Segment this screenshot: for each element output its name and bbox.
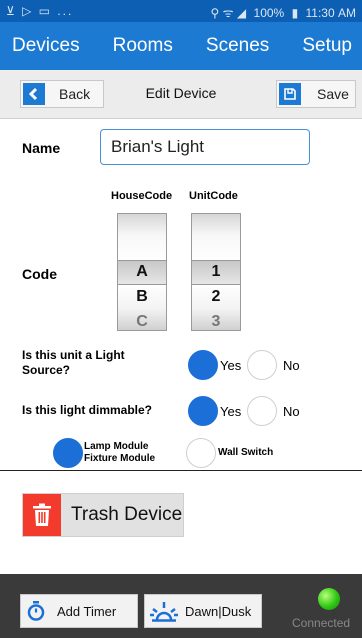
tab-setup[interactable]: Setup (296, 35, 358, 57)
unitcode-picker[interactable]: 1 2 3 (191, 213, 241, 331)
housecode-label: HouseCode (111, 190, 173, 202)
trash-device-button[interactable]: Trash Device (22, 493, 184, 537)
housecode-option[interactable]: B (118, 288, 166, 306)
dawn-dusk-label: Dawn|Dusk (185, 603, 252, 619)
light-source-question: Is this unit a Light Source? (22, 348, 125, 377)
housecode-picker[interactable]: A B C (117, 213, 167, 331)
housecode-option[interactable]: A (118, 263, 166, 281)
save-label: Save (317, 86, 349, 102)
lamp-module-label: Lamp Module Fixture Module (84, 441, 155, 465)
notification-icons: ⊻ ▷ ▭ ... (6, 4, 74, 18)
add-timer-label: Add Timer (57, 603, 117, 619)
dimmable-question: Is this light dimmable? (22, 403, 153, 417)
section-divider (0, 470, 362, 471)
dimmable-yes-radio[interactable] (188, 396, 218, 426)
dimmable-yes-label: Yes (220, 404, 242, 419)
save-icon (279, 83, 301, 105)
module-line1: Lamp Module (84, 441, 149, 452)
trash-icon (23, 494, 61, 536)
battery-level: 100% (253, 6, 285, 20)
signal-icons: ⚲ ᯤ ◢ (210, 6, 247, 20)
connection-status-icon (318, 588, 340, 610)
sunrise-icon (149, 600, 179, 622)
bottom-bar: Add Timer Dawn|Dusk Connected (0, 574, 362, 638)
tab-rooms[interactable]: Rooms (107, 35, 179, 57)
connection-status-label: Connected (292, 616, 351, 630)
code-label: Code (22, 266, 57, 282)
wall-switch-radio[interactable] (186, 438, 216, 468)
unitcode-label: UnitCode (189, 190, 238, 202)
add-timer-button[interactable]: Add Timer (20, 594, 138, 628)
unitcode-option[interactable]: 1 (192, 263, 240, 281)
timer-icon (27, 601, 45, 621)
dimmable-no-label: No (283, 404, 300, 419)
dimmable-no-radio[interactable] (247, 396, 277, 426)
light-source-yes-radio[interactable] (188, 350, 218, 380)
toolbar: Back Edit Device Save (0, 70, 362, 119)
name-field[interactable] (100, 129, 310, 165)
light-source-yes-label: Yes (220, 358, 242, 373)
unitcode-option[interactable]: 3 (192, 313, 240, 330)
lamp-module-radio[interactable] (53, 438, 83, 468)
battery-icon: ▮ (291, 6, 299, 20)
light-source-no-radio[interactable] (247, 350, 277, 380)
clock: 11:30 AM (305, 6, 356, 20)
unitcode-option[interactable]: 2 (192, 288, 240, 306)
housecode-option[interactable]: C (118, 313, 166, 330)
name-label: Name (22, 140, 61, 156)
light-source-no-label: No (283, 358, 300, 373)
main-nav: Devices Rooms Scenes Setup (0, 22, 362, 70)
status-bar: ⊻ ▷ ▭ ... ⚲ ᯤ ◢ 100% ▮ 11:30 AM (0, 0, 362, 22)
dawn-dusk-button[interactable]: Dawn|Dusk (144, 594, 262, 628)
status-right: ⚲ ᯤ ◢ 100% ▮ 11:30 AM (207, 4, 356, 21)
tab-scenes[interactable]: Scenes (200, 35, 275, 57)
tab-devices[interactable]: Devices (6, 35, 86, 57)
module-line2: Fixture Module (84, 453, 156, 464)
save-button[interactable]: Save (276, 80, 356, 108)
wall-switch-label: Wall Switch (218, 447, 274, 458)
trash-label: Trash Device (71, 504, 183, 525)
